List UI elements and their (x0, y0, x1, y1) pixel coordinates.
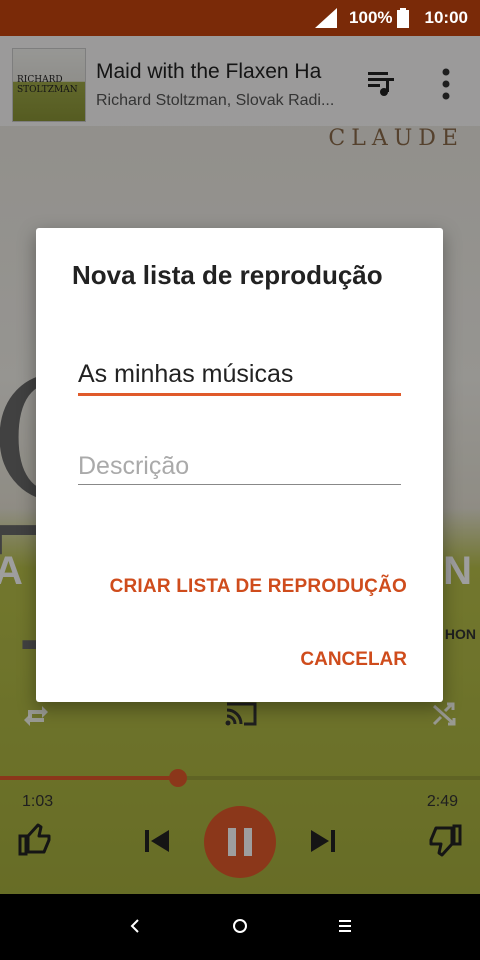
clock: 10:00 (424, 8, 468, 27)
battery-percentage: 100% (349, 8, 393, 27)
nav-home-icon[interactable] (228, 914, 252, 938)
playlist-description-input[interactable] (78, 446, 400, 486)
dialog-title: Nova lista de reprodução (72, 260, 383, 290)
status-bar: 100% 10:00 (0, 0, 480, 36)
nav-recents-icon[interactable] (334, 914, 356, 938)
playlist-name-underline (78, 393, 401, 396)
create-playlist-button[interactable]: CRIAR LISTA DE REPRODUÇÃO (110, 576, 407, 598)
playlist-description-underline (78, 484, 401, 485)
navigation-bar (0, 894, 480, 960)
cancel-button[interactable]: CANCELAR (300, 649, 407, 671)
signal-icon (315, 8, 338, 28)
battery-icon (396, 8, 409, 28)
nav-back-icon[interactable] (124, 914, 146, 938)
playlist-name-input[interactable] (78, 354, 400, 394)
new-playlist-dialog: Nova lista de reprodução CRIAR LISTA DE … (36, 228, 443, 702)
